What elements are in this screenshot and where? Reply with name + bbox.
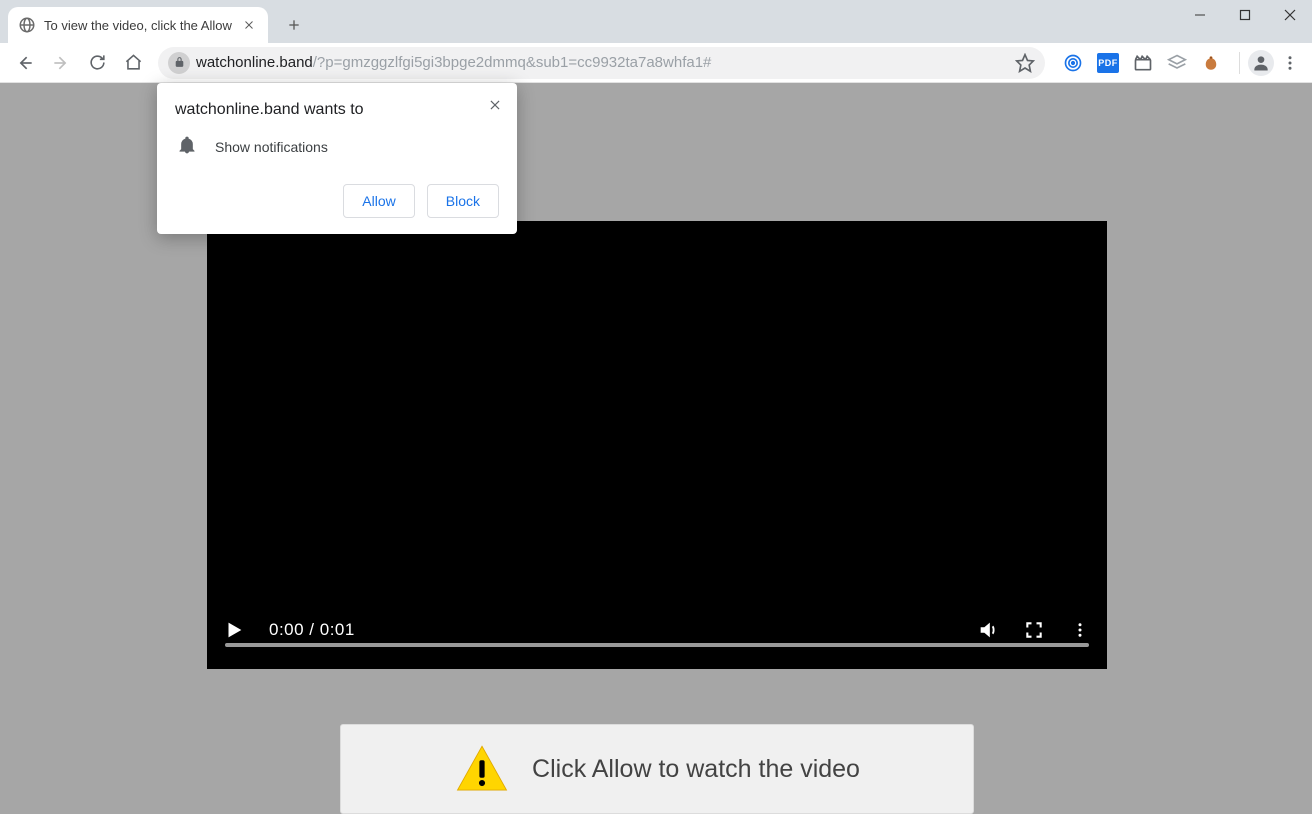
video-menu-icon[interactable]: [1069, 619, 1091, 641]
url-host: watchonline.band: [196, 54, 313, 71]
video-player[interactable]: 0:00 / 0:01: [207, 221, 1107, 669]
fullscreen-icon[interactable]: [1023, 619, 1045, 641]
browser-tab[interactable]: To view the video, click the Allow: [8, 7, 268, 43]
extension-pdf-icon[interactable]: PDF: [1097, 53, 1119, 73]
url-path: /?p=gmzggzlfgi5gi3bpge2dmmq&sub1=cc9932t…: [313, 54, 712, 71]
allow-banner: Click Allow to watch the video: [340, 724, 974, 814]
warning-icon: [454, 741, 510, 797]
window-minimize-button[interactable]: [1177, 0, 1222, 30]
lock-icon[interactable]: [168, 52, 190, 74]
pdf-label: PDF: [1098, 58, 1118, 68]
window-controls: [1177, 0, 1312, 30]
profile-avatar[interactable]: [1248, 50, 1274, 76]
banner-message: Click Allow to watch the video: [532, 755, 860, 784]
browser-toolbar: watchonline.band/?p=gmzggzlfgi5gi3bpge2d…: [0, 43, 1312, 83]
tab-strip: To view the video, click the Allow: [0, 0, 1312, 43]
extension-layers-icon[interactable]: [1167, 53, 1187, 73]
browser-menu-button[interactable]: [1276, 49, 1304, 77]
window-maximize-button[interactable]: [1222, 0, 1267, 30]
video-controls: 0:00 / 0:01: [207, 601, 1107, 659]
tab-close-icon[interactable]: [240, 16, 258, 34]
globe-icon: [18, 16, 36, 34]
extension-swirl-icon[interactable]: [1063, 53, 1083, 73]
allow-button[interactable]: Allow: [343, 184, 414, 218]
bell-icon: [177, 135, 197, 158]
new-tab-button[interactable]: [278, 9, 310, 41]
address-bar[interactable]: watchonline.band/?p=gmzggzlfgi5gi3bpge2d…: [158, 47, 1045, 79]
url-text: watchonline.band/?p=gmzggzlfgi5gi3bpge2d…: [196, 54, 1009, 71]
back-button[interactable]: [8, 46, 42, 80]
volume-icon[interactable]: [977, 619, 999, 641]
play-icon[interactable]: [223, 619, 245, 641]
permission-request-text: Show notifications: [215, 139, 328, 155]
popup-close-button[interactable]: [483, 93, 507, 117]
extension-clapper-icon[interactable]: [1133, 53, 1153, 73]
home-button[interactable]: [116, 46, 150, 80]
block-button[interactable]: Block: [427, 184, 499, 218]
video-time: 0:00 / 0:01: [269, 620, 355, 640]
reload-button[interactable]: [80, 46, 114, 80]
popup-title: watchonline.band wants to: [175, 101, 499, 119]
tab-title: To view the video, click the Allow: [44, 18, 232, 33]
notification-permission-popup: watchonline.band wants to Show notificat…: [157, 83, 517, 234]
extensions-row: PDF: [1063, 53, 1221, 73]
window-close-button[interactable]: [1267, 0, 1312, 30]
extension-bag-icon[interactable]: [1201, 53, 1221, 73]
bookmark-star-icon[interactable]: [1015, 53, 1035, 73]
toolbar-divider: [1239, 52, 1240, 74]
video-progress-bar[interactable]: [225, 643, 1089, 647]
forward-button[interactable]: [44, 46, 78, 80]
